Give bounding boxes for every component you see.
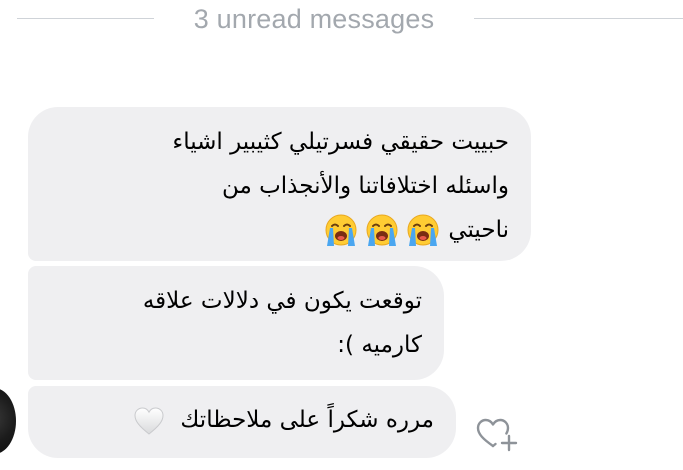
message-line: واسئله اختلافاتنا والأنجذاب من [221, 173, 509, 199]
unread-messages-label: 3 unread messages [193, 4, 435, 34]
loudly-crying-face-icon [407, 214, 439, 246]
message-line: مرره شكراً على ملاحظاتك [180, 407, 434, 433]
avatar[interactable] [0, 388, 16, 454]
divider-line-right [474, 18, 683, 19]
message-bubble[interactable]: توقعت يكون في دلالات علاقه كارميه ): [28, 266, 444, 380]
message-line-with-emoji: ناحيتي [48, 208, 509, 253]
message-line: كارميه ): [337, 332, 422, 358]
loudly-crying-face-icon [366, 214, 398, 246]
message-bubble[interactable]: مرره شكراً على ملاحظاتك [28, 386, 456, 458]
message-line: توقعت يكون في دلالات علاقه [142, 288, 422, 314]
heart-plus-icon[interactable] [473, 413, 521, 455]
message-line: حبييت حقيقي فسرتيلي كثيبير اشياء [172, 129, 509, 155]
unread-divider: 3 unread messages [0, 0, 683, 40]
message-line: ناحيتي [448, 217, 509, 243]
emoji-row [318, 209, 441, 253]
divider-line-left [17, 18, 154, 19]
white-heart-icon [134, 406, 164, 435]
message-bubble[interactable]: حبييت حقيقي فسرتيلي كثيبير اشياء واسئله … [28, 107, 531, 261]
loudly-crying-face-icon [325, 214, 357, 246]
